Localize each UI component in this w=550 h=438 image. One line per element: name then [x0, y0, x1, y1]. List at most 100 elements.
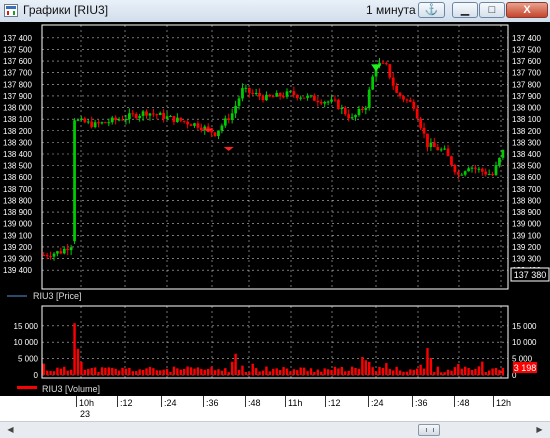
chart-window: Графики [RIU3] 1 минута ⚓ ▁ □ X 139 400 1… [0, 0, 550, 438]
volume-bar [254, 368, 258, 375]
volume-bar [316, 369, 320, 375]
volume-bar [76, 348, 80, 375]
candle-body [395, 85, 399, 93]
volume-bar [272, 368, 275, 375]
price-tick-right: 138 800 [512, 196, 541, 205]
candle-body [330, 99, 333, 102]
price-pane[interactable]: 139 400 139 300 139 200 139 100 139 000 138 9… [0, 22, 550, 302]
volume-tick-right: 15 000 [512, 322, 537, 331]
time-tick-mark [325, 396, 326, 407]
volume-bar [217, 369, 220, 375]
time-tick-label: 12h [496, 398, 512, 408]
volume-bar [52, 371, 56, 375]
volume-bar [176, 368, 179, 375]
candle-body [309, 95, 313, 97]
candle-body [289, 91, 292, 93]
volume-pane[interactable]: 0 5 000 10 000 15 000 0 5 000 10 000 15 000 3 … [0, 302, 550, 396]
candle-body [107, 122, 111, 124]
time-tick-mark [285, 396, 286, 407]
candle-body [419, 118, 422, 128]
candle-body [443, 148, 446, 150]
candle-body [193, 123, 196, 126]
candle-body [439, 149, 443, 151]
volume-bar [361, 356, 364, 375]
volume-bar [439, 372, 443, 375]
volume-bar [121, 367, 124, 375]
volume-bar [63, 366, 66, 375]
candle-body [182, 120, 186, 122]
volume-bar [347, 370, 350, 375]
price-tick-left: 137 900 [3, 92, 32, 101]
candle-body [261, 96, 265, 101]
candle-body [241, 88, 244, 99]
volume-bar [378, 366, 381, 375]
volume-bar [128, 367, 131, 375]
volume-chart[interactable]: 0 5 000 10 000 15 000 0 5 000 10 000 15 000 3 … [0, 302, 550, 396]
time-tick-mark [117, 396, 118, 407]
volume-bar [292, 369, 296, 375]
price-tick-left: 138 800 [3, 196, 32, 205]
scrollbar-thumb[interactable] [418, 424, 440, 436]
candle-body [337, 99, 340, 110]
volume-bar [433, 371, 436, 375]
close-button[interactable]: X [506, 2, 548, 18]
volume-bar [196, 367, 200, 375]
volume-bar [357, 368, 361, 375]
volume-bar [371, 367, 374, 375]
horizontal-scrollbar[interactable]: ◀ ▶ [0, 421, 550, 438]
volume-bar [419, 364, 422, 375]
price-tick-left: 138 700 [3, 185, 32, 194]
volume-bar [42, 363, 45, 375]
volume-bar [83, 369, 87, 375]
window-title: Графики [RIU3] [23, 3, 109, 17]
volume-bar [494, 367, 498, 375]
candle-body [237, 98, 241, 106]
title-bar[interactable]: Графики [RIU3] 1 минута ⚓ ▁ □ X [0, 0, 550, 23]
volume-bar [409, 369, 412, 375]
candle-body [436, 147, 440, 151]
volume-bar [487, 370, 491, 375]
volume-bar [450, 370, 453, 375]
candle-body [268, 94, 272, 97]
interval-selector[interactable]: 1 минута [366, 3, 416, 17]
price-tick-left: 139 000 [3, 220, 32, 229]
price-tick-left: 138 600 [3, 173, 32, 182]
candle-body [220, 125, 224, 131]
maximize-button[interactable]: □ [479, 2, 505, 18]
candle-body [426, 133, 429, 148]
candle-body [292, 91, 296, 95]
scroll-left-arrow-icon[interactable]: ◀ [3, 423, 18, 437]
price-tick-left: 137 600 [3, 57, 32, 66]
candle-body [306, 95, 309, 98]
volume-bar [213, 370, 217, 375]
minimize-button[interactable]: ▁ [452, 2, 478, 18]
volume-bar [388, 369, 391, 375]
time-tick-label: :36 [206, 398, 219, 408]
scroll-right-arrow-icon[interactable]: ▶ [532, 423, 547, 437]
candle-body [302, 97, 306, 99]
anchor-button[interactable]: ⚓ [418, 2, 445, 18]
candle-body [189, 124, 193, 126]
candle-body [460, 174, 464, 176]
volume-bar [313, 371, 316, 375]
candle-body [357, 108, 361, 116]
volume-bar [443, 372, 446, 375]
volume-bar [206, 368, 210, 375]
candle-body [391, 77, 395, 86]
candle-body [97, 122, 100, 124]
candle-body [384, 63, 388, 65]
volume-legend-label: RIU3 [Volume] [42, 384, 100, 394]
volume-bar [415, 368, 419, 375]
candle-body [467, 168, 470, 172]
current-price-tag: 137 380 [510, 267, 550, 282]
volume-bar [398, 370, 402, 375]
candle-body [371, 76, 375, 90]
volume-bar [148, 366, 152, 375]
candle-body [131, 113, 135, 115]
price-chart[interactable]: 139 400 139 300 139 200 139 100 139 000 138 9… [0, 22, 550, 302]
volume-bar [285, 368, 289, 375]
volume-bar [172, 366, 176, 375]
volume-bar [66, 370, 69, 375]
volume-bar [135, 371, 138, 375]
volume-bar [203, 369, 206, 375]
